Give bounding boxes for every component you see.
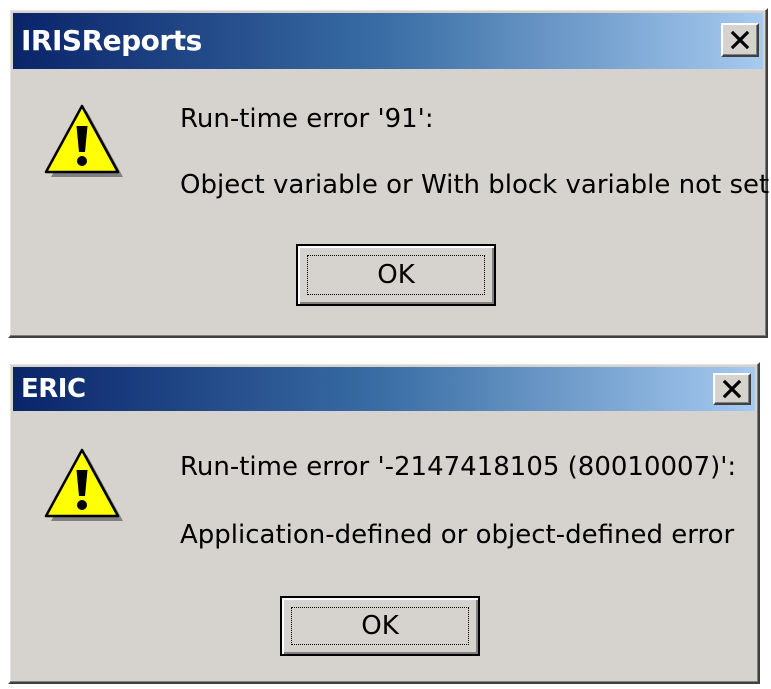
error-dialog-eric: ERIC Run-time error '-2147418105 (800100… bbox=[8, 362, 760, 684]
ok-button[interactable]: OK bbox=[296, 244, 496, 306]
error-description-text: Object variable or With block variable n… bbox=[180, 170, 770, 200]
close-icon bbox=[722, 379, 742, 399]
warning-icon bbox=[44, 104, 123, 177]
error-description-text: Application-defined or object-defined er… bbox=[180, 520, 735, 550]
error-code-text: Run-time error '91': bbox=[180, 104, 434, 134]
dialog-title: IRISReports bbox=[21, 24, 202, 57]
ok-button[interactable]: OK bbox=[280, 596, 480, 656]
ok-button-label: OK bbox=[361, 611, 399, 641]
dialog-title-bar[interactable]: ERIC bbox=[13, 367, 755, 411]
warning-icon bbox=[44, 448, 123, 521]
dialog-title-bar[interactable]: IRISReports bbox=[13, 13, 763, 69]
close-button[interactable] bbox=[721, 23, 759, 57]
close-icon bbox=[730, 30, 750, 50]
ok-button-label: OK bbox=[377, 260, 415, 290]
error-code-text: Run-time error '-2147418105 (80010007)': bbox=[180, 452, 737, 482]
close-button[interactable] bbox=[713, 373, 751, 405]
dialog-title: ERIC bbox=[21, 374, 86, 404]
error-dialog-irisreports: IRISReports Run-time error '91': Object … bbox=[8, 8, 770, 338]
